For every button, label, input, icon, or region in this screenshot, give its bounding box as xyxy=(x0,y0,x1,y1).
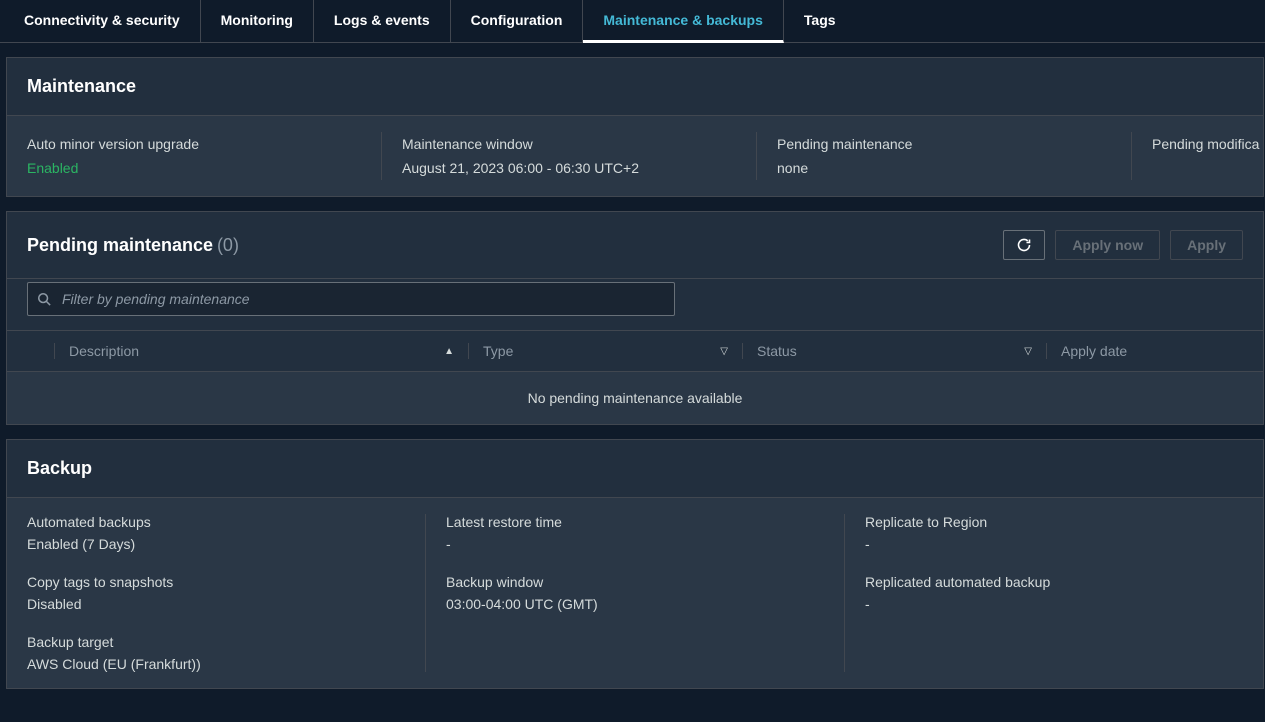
description-column[interactable]: Description ▲ xyxy=(69,343,469,359)
maintenance-header: Maintenance xyxy=(7,58,1263,116)
tab-bar: Connectivity & security Monitoring Logs … xyxy=(0,0,1265,43)
pending-maintenance-header: Pending maintenance (0) Apply now Apply xyxy=(7,212,1263,279)
automated-backups-label: Automated backups xyxy=(27,514,405,530)
pending-empty-message: No pending maintenance available xyxy=(7,372,1263,424)
auto-upgrade-value: Enabled xyxy=(27,160,361,176)
replicate-region-label: Replicate to Region xyxy=(865,514,1243,530)
status-header-text: Status xyxy=(757,343,797,359)
refresh-button[interactable] xyxy=(1003,230,1045,260)
status-column[interactable]: Status ▽ xyxy=(757,343,1047,359)
backup-window-label: Backup window xyxy=(446,574,824,590)
apply-now-button[interactable]: Apply now xyxy=(1055,230,1160,260)
pending-title: Pending maintenance xyxy=(27,235,213,255)
search-icon xyxy=(37,292,51,306)
refresh-icon xyxy=(1016,237,1032,253)
apply-date-header-text: Apply date xyxy=(1061,343,1127,359)
replicated-auto-label: Replicated automated backup xyxy=(865,574,1243,590)
sort-asc-icon: ▲ xyxy=(444,346,454,357)
maintenance-panel: Maintenance Auto minor version upgrade E… xyxy=(6,57,1264,197)
pending-table-header: Description ▲ Type ▽ Status ▽ Apply date xyxy=(7,330,1263,372)
select-all-col[interactable] xyxy=(27,343,55,359)
maintenance-body: Auto minor version upgrade Enabled Maint… xyxy=(7,116,1263,196)
description-header-text: Description xyxy=(69,343,139,359)
tab-configuration[interactable]: Configuration xyxy=(451,0,584,42)
replicate-region-value: - xyxy=(865,536,1243,552)
filter-input-wrap xyxy=(27,282,675,316)
maintenance-title: Maintenance xyxy=(27,76,136,97)
pending-maintenance-value: none xyxy=(777,160,1111,176)
tab-monitoring[interactable]: Monitoring xyxy=(201,0,314,42)
replicated-auto-value: - xyxy=(865,596,1243,612)
pending-maintenance-panel: Pending maintenance (0) Apply now Apply xyxy=(6,211,1264,425)
backup-target-label: Backup target xyxy=(27,634,405,650)
sort-icon: ▽ xyxy=(720,346,728,357)
tab-logs[interactable]: Logs & events xyxy=(314,0,451,42)
maintenance-window-label: Maintenance window xyxy=(402,136,736,152)
type-header-text: Type xyxy=(483,343,513,359)
auto-upgrade-label: Auto minor version upgrade xyxy=(27,136,361,152)
backup-header: Backup xyxy=(7,440,1263,498)
sort-icon: ▽ xyxy=(1024,346,1032,357)
pending-filter-input[interactable] xyxy=(27,282,675,316)
latest-restore-value: - xyxy=(446,536,824,552)
pending-count: (0) xyxy=(217,235,239,255)
backup-panel: Backup Automated backups Enabled (7 Days… xyxy=(6,439,1264,689)
backup-body: Automated backups Enabled (7 Days) Copy … xyxy=(7,498,1263,688)
automated-backups-value: Enabled (7 Days) xyxy=(27,536,405,552)
tab-maintenance-backups[interactable]: Maintenance & backups xyxy=(583,0,784,43)
latest-restore-label: Latest restore time xyxy=(446,514,824,530)
tab-tags[interactable]: Tags xyxy=(784,0,856,42)
pending-maintenance-label: Pending maintenance xyxy=(777,136,1111,152)
apply-button[interactable]: Apply xyxy=(1170,230,1243,260)
pending-modifications-label: Pending modifica xyxy=(1152,136,1259,152)
maintenance-window-value: August 21, 2023 06:00 - 06:30 UTC+2 xyxy=(402,160,736,176)
tab-connectivity[interactable]: Connectivity & security xyxy=(4,0,201,42)
backup-window-value: 03:00-04:00 UTC (GMT) xyxy=(446,596,824,612)
backup-title: Backup xyxy=(27,458,92,479)
apply-date-column[interactable]: Apply date xyxy=(1061,343,1221,359)
type-column[interactable]: Type ▽ xyxy=(483,343,743,359)
backup-target-value: AWS Cloud (EU (Frankfurt)) xyxy=(27,656,405,672)
copy-tags-label: Copy tags to snapshots xyxy=(27,574,405,590)
copy-tags-value: Disabled xyxy=(27,596,405,612)
